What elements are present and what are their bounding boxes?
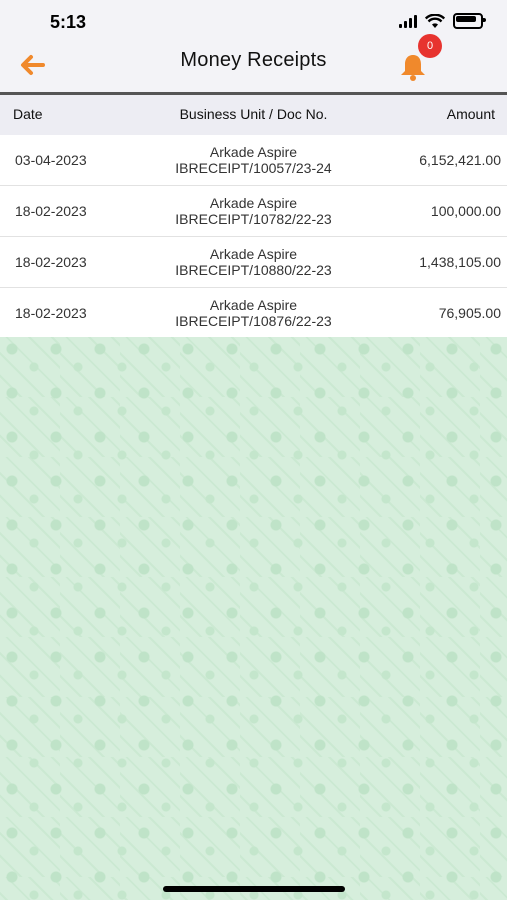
table-row[interactable]: 18-02-2023 Arkade Aspire IBRECEIPT/10876… — [0, 288, 507, 340]
home-indicator[interactable] — [163, 886, 345, 892]
table-row[interactable]: 18-02-2023 Arkade Aspire IBRECEIPT/10782… — [0, 186, 507, 237]
cellular-signal-icon — [399, 14, 417, 28]
row-unit-name: Arkade Aspire — [209, 297, 298, 313]
battery-icon — [453, 13, 486, 29]
wifi-icon — [425, 13, 445, 28]
table-row[interactable]: 18-02-2023 Arkade Aspire IBRECEIPT/10880… — [0, 237, 507, 288]
row-business-unit: Arkade Aspire IBRECEIPT/10876/22-23 — [0, 297, 507, 329]
row-amount: 6,152,421.00 — [419, 152, 501, 168]
table-header: Date Business Unit / Doc No. Amount — [0, 95, 507, 135]
receipts-list: 03-04-2023 Arkade Aspire IBRECEIPT/10057… — [0, 135, 507, 340]
row-amount: 1,438,105.00 — [419, 254, 501, 270]
row-amount: 100,000.00 — [430, 203, 501, 219]
table-row[interactable]: 03-04-2023 Arkade Aspire IBRECEIPT/10057… — [0, 135, 507, 186]
column-header-amount: Amount — [446, 106, 495, 122]
notification-count-badge: 0 — [418, 34, 442, 58]
row-amount: 76,905.00 — [438, 305, 501, 321]
status-time: 5:13 — [50, 12, 87, 32]
status-icons — [399, 13, 486, 29]
column-header-business-unit: Business Unit / Doc No. — [179, 106, 328, 122]
background-pattern — [0, 337, 507, 900]
row-doc-number: IBRECEIPT/10876/22-23 — [175, 313, 332, 329]
navigation-bar: Money Receipts 0 — [0, 34, 507, 95]
